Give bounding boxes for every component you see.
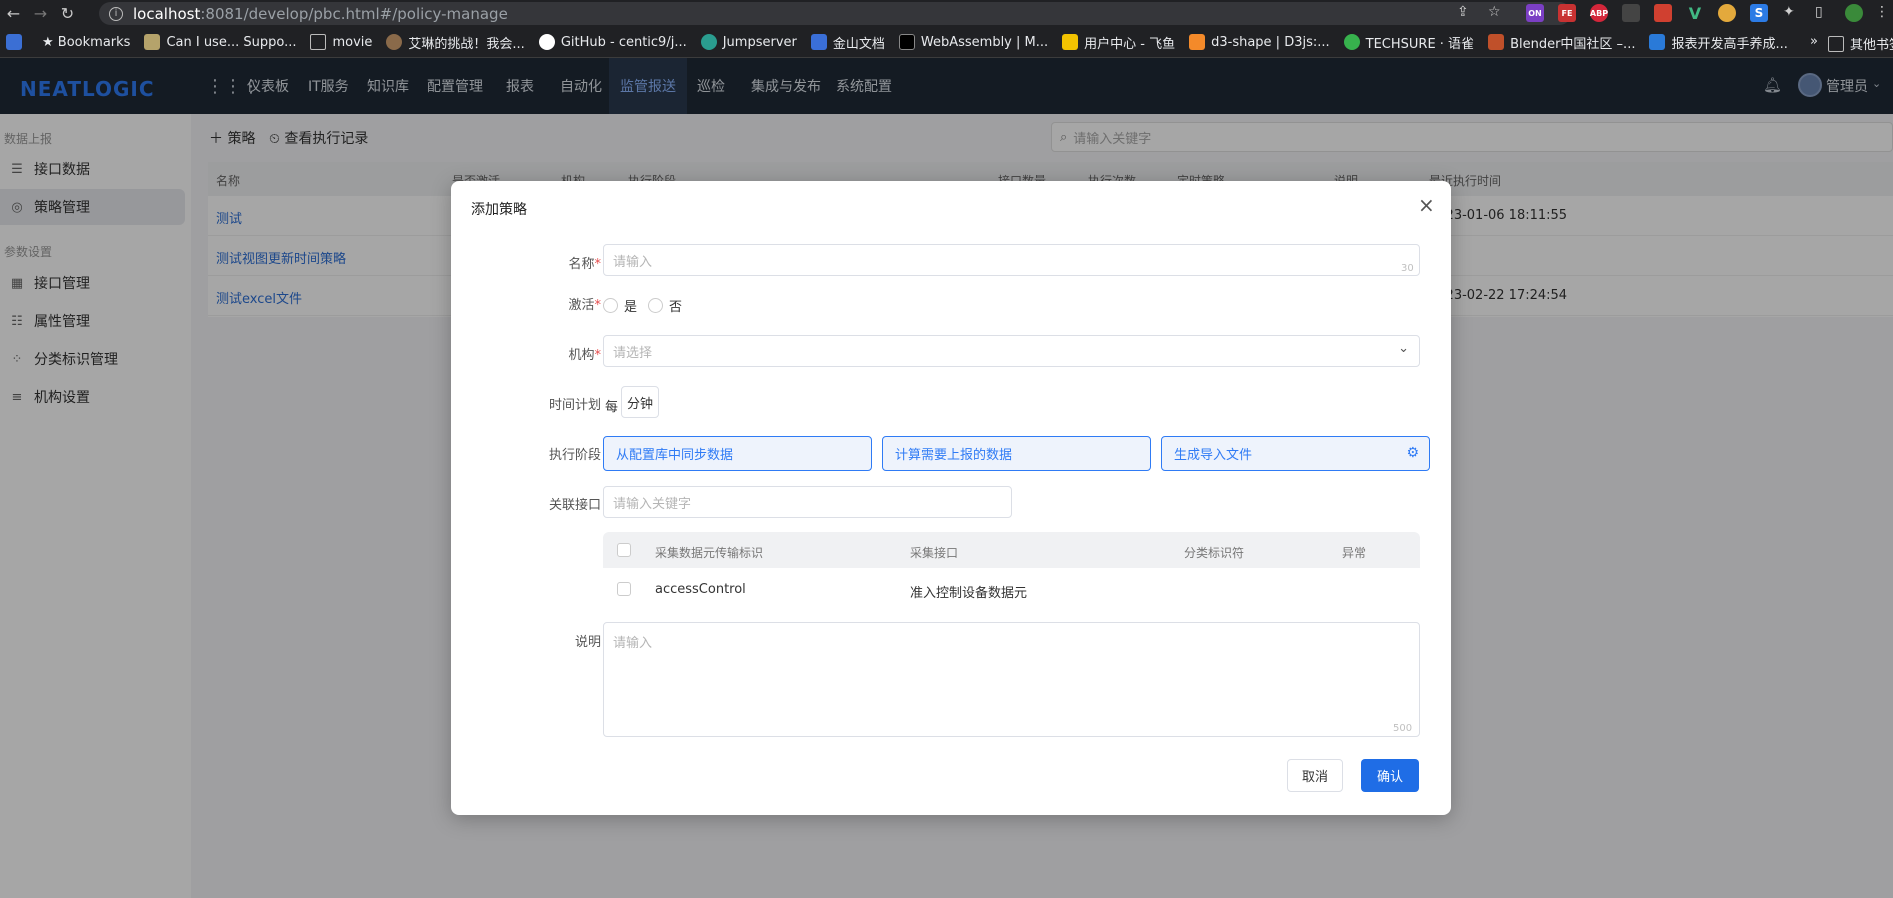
- interface-label: 关联接口: [548, 498, 601, 513]
- browser-menu-icon[interactable]: ⋮: [1875, 4, 1889, 20]
- bookmark-item[interactable]: TECHSURE · 语雀: [1343, 33, 1474, 52]
- bookmark-item[interactable]: WebAssembly | M...: [898, 34, 1048, 50]
- active-label: 激活*: [568, 298, 601, 313]
- name-input[interactable]: 请输入: [603, 244, 1420, 276]
- extension-fe-icon[interactable]: FE: [1558, 4, 1576, 22]
- browser-toolbar: ← → ↻ i localhost:8081/develop/pbc.html#…: [0, 0, 1893, 27]
- row-checkbox[interactable]: [617, 582, 631, 596]
- bookmark-item[interactable]: Jumpserver: [700, 34, 797, 50]
- bookmark-item[interactable]: Blender中国社区 –...: [1488, 33, 1635, 52]
- schedule-label: 时间计划: [548, 398, 601, 413]
- bookmark-folder[interactable]: movie: [310, 34, 372, 50]
- schedule-every-text: 每: [605, 400, 619, 415]
- bookmark-item[interactable]: 用户中心 - 飞鱼: [1062, 33, 1175, 52]
- cancel-button[interactable]: 取消: [1287, 759, 1343, 792]
- bookmark-item[interactable]: 金山文档: [810, 33, 885, 52]
- bookmark-item[interactable]: Can I use... Suppo...: [144, 34, 296, 50]
- bookmark-star-icon[interactable]: ☆: [1488, 4, 1501, 20]
- desc-char-counter: 500: [1393, 723, 1413, 734]
- bookmark-item[interactable]: 艾琳的挑战！我会...: [386, 33, 525, 52]
- share-icon[interactable]: ⇪: [1457, 4, 1469, 20]
- apps-icon[interactable]: [6, 34, 28, 50]
- extension-color-icon[interactable]: [1718, 4, 1736, 22]
- column-header: 采集接口: [910, 546, 959, 560]
- bookmarks-overflow-button[interactable]: »: [1810, 34, 1818, 49]
- reload-icon[interactable]: ↻: [54, 0, 81, 27]
- extension-pdf-icon[interactable]: [1654, 4, 1672, 22]
- gear-icon[interactable]: ⚙: [1406, 445, 1419, 461]
- extension-onenote-icon[interactable]: ON: [1526, 4, 1544, 22]
- name-char-counter: 30: [1401, 263, 1414, 274]
- interface-table: 采集数据元传输标识 采集接口 分类标识符 异常 accessControl 准入…: [603, 532, 1420, 608]
- bookmark-item[interactable]: ★ Bookmarks: [42, 35, 130, 50]
- profile-avatar-icon[interactable]: [1845, 4, 1863, 22]
- extension-adblock-icon[interactable]: ABP: [1590, 4, 1608, 22]
- active-yes-radio[interactable]: 是: [603, 296, 637, 315]
- column-header: 分类标识符: [1184, 546, 1245, 560]
- desc-label: 说明: [574, 635, 601, 650]
- address-bar[interactable]: i localhost:8081/develop/pbc.html#/polic…: [99, 2, 1571, 25]
- description-textarea[interactable]: 请输入: [603, 622, 1420, 737]
- other-bookmarks-folder[interactable]: 其他书签: [1828, 34, 1893, 53]
- active-no-radio[interactable]: 否: [648, 296, 682, 315]
- stage-calc[interactable]: 计算需要上报的数据: [882, 436, 1151, 471]
- name-label: 名称*: [568, 257, 601, 272]
- bookmark-item[interactable]: 报表开发高手养成...: [1649, 33, 1788, 52]
- interface-search-input[interactable]: 请输入关键字: [603, 486, 1012, 518]
- select-all-checkbox[interactable]: [617, 543, 631, 557]
- confirm-button[interactable]: 确认: [1361, 759, 1419, 792]
- org-select[interactable]: 请选择 ⌄: [603, 335, 1420, 367]
- bookmark-item[interactable]: GitHub - centic9/j...: [538, 34, 687, 50]
- bookmarks-bar: ★ Bookmarks Can I use... Suppo... movie …: [0, 27, 1893, 58]
- chevron-down-icon: ⌄: [1398, 341, 1409, 356]
- extension-s-icon[interactable]: S: [1750, 4, 1768, 22]
- forward-icon[interactable]: →: [27, 0, 54, 27]
- stage-generate[interactable]: 生成导入文件 ⚙: [1161, 436, 1430, 471]
- stage-label: 执行阶段: [548, 448, 601, 463]
- extension-vue-icon[interactable]: V: [1686, 4, 1704, 23]
- row-interface: 准入控制设备数据元: [910, 586, 1028, 601]
- add-policy-dialog: 添加策略 × 名称* 请输入 30 激活* 是 否 机构* 请选择 ⌄ 时间计划…: [451, 181, 1451, 815]
- url-path: :8081/develop/pbc.html#/policy-manage: [200, 4, 508, 23]
- bookmark-item[interactable]: d3-shape | D3js:...: [1189, 34, 1330, 50]
- row-identifier: accessControl: [655, 582, 746, 597]
- close-icon[interactable]: ×: [1418, 193, 1435, 217]
- extensions-puzzle-icon[interactable]: ✦: [1783, 4, 1795, 20]
- stage-sync[interactable]: 从配置库中同步数据: [603, 436, 872, 471]
- table-header: 采集数据元传输标识 采集接口 分类标识符 异常: [603, 532, 1420, 568]
- site-info-icon[interactable]: i: [109, 6, 123, 21]
- dialog-title: 添加策略: [471, 202, 527, 218]
- org-label: 机构*: [568, 348, 601, 363]
- url-host: localhost: [133, 4, 201, 23]
- extension-generic-icon[interactable]: [1622, 4, 1640, 22]
- back-icon[interactable]: ←: [0, 0, 27, 27]
- schedule-unit-select[interactable]: 分钟: [621, 386, 659, 418]
- column-header: 异常: [1342, 546, 1367, 560]
- sidepanel-icon[interactable]: ▯: [1815, 4, 1823, 20]
- column-header: 采集数据元传输标识: [655, 546, 764, 560]
